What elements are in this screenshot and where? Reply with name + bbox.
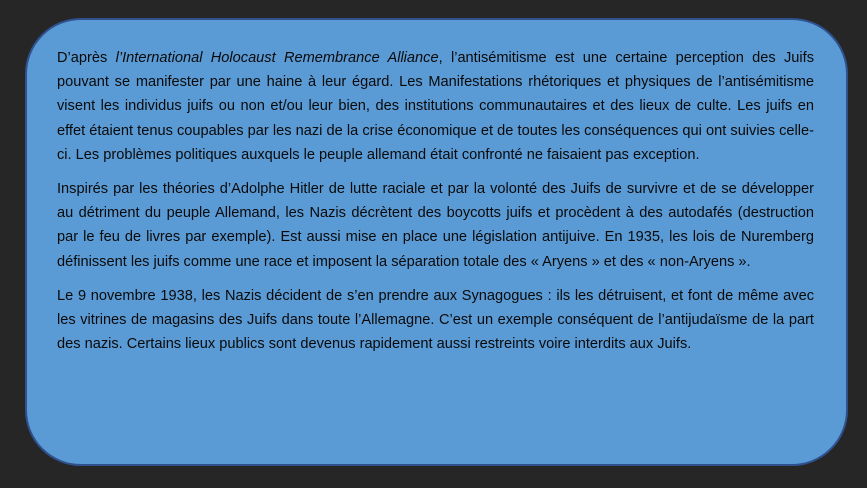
rounded-text-panel: D’après l’International Holocaust Rememb…: [25, 18, 848, 466]
paragraph-definition-prefix: D’après: [57, 50, 116, 66]
paragraph-november-1938: Le 9 novembre 1938, les Nazis décident d…: [57, 287, 814, 353]
paragraph-definition-body: , l’antisémitisme est une certaine perce…: [57, 50, 815, 163]
slide-canvas: D’après l’International Holocaust Rememb…: [0, 0, 867, 488]
organization-name: l’International Holocaust Remembrance Al…: [115, 50, 439, 66]
paragraph-nazi-measures: Inspirés par les théories d’Adolphe Hitl…: [57, 181, 814, 270]
paragraph-definition: D’après l’International Holocaust Rememb…: [57, 46, 814, 167]
